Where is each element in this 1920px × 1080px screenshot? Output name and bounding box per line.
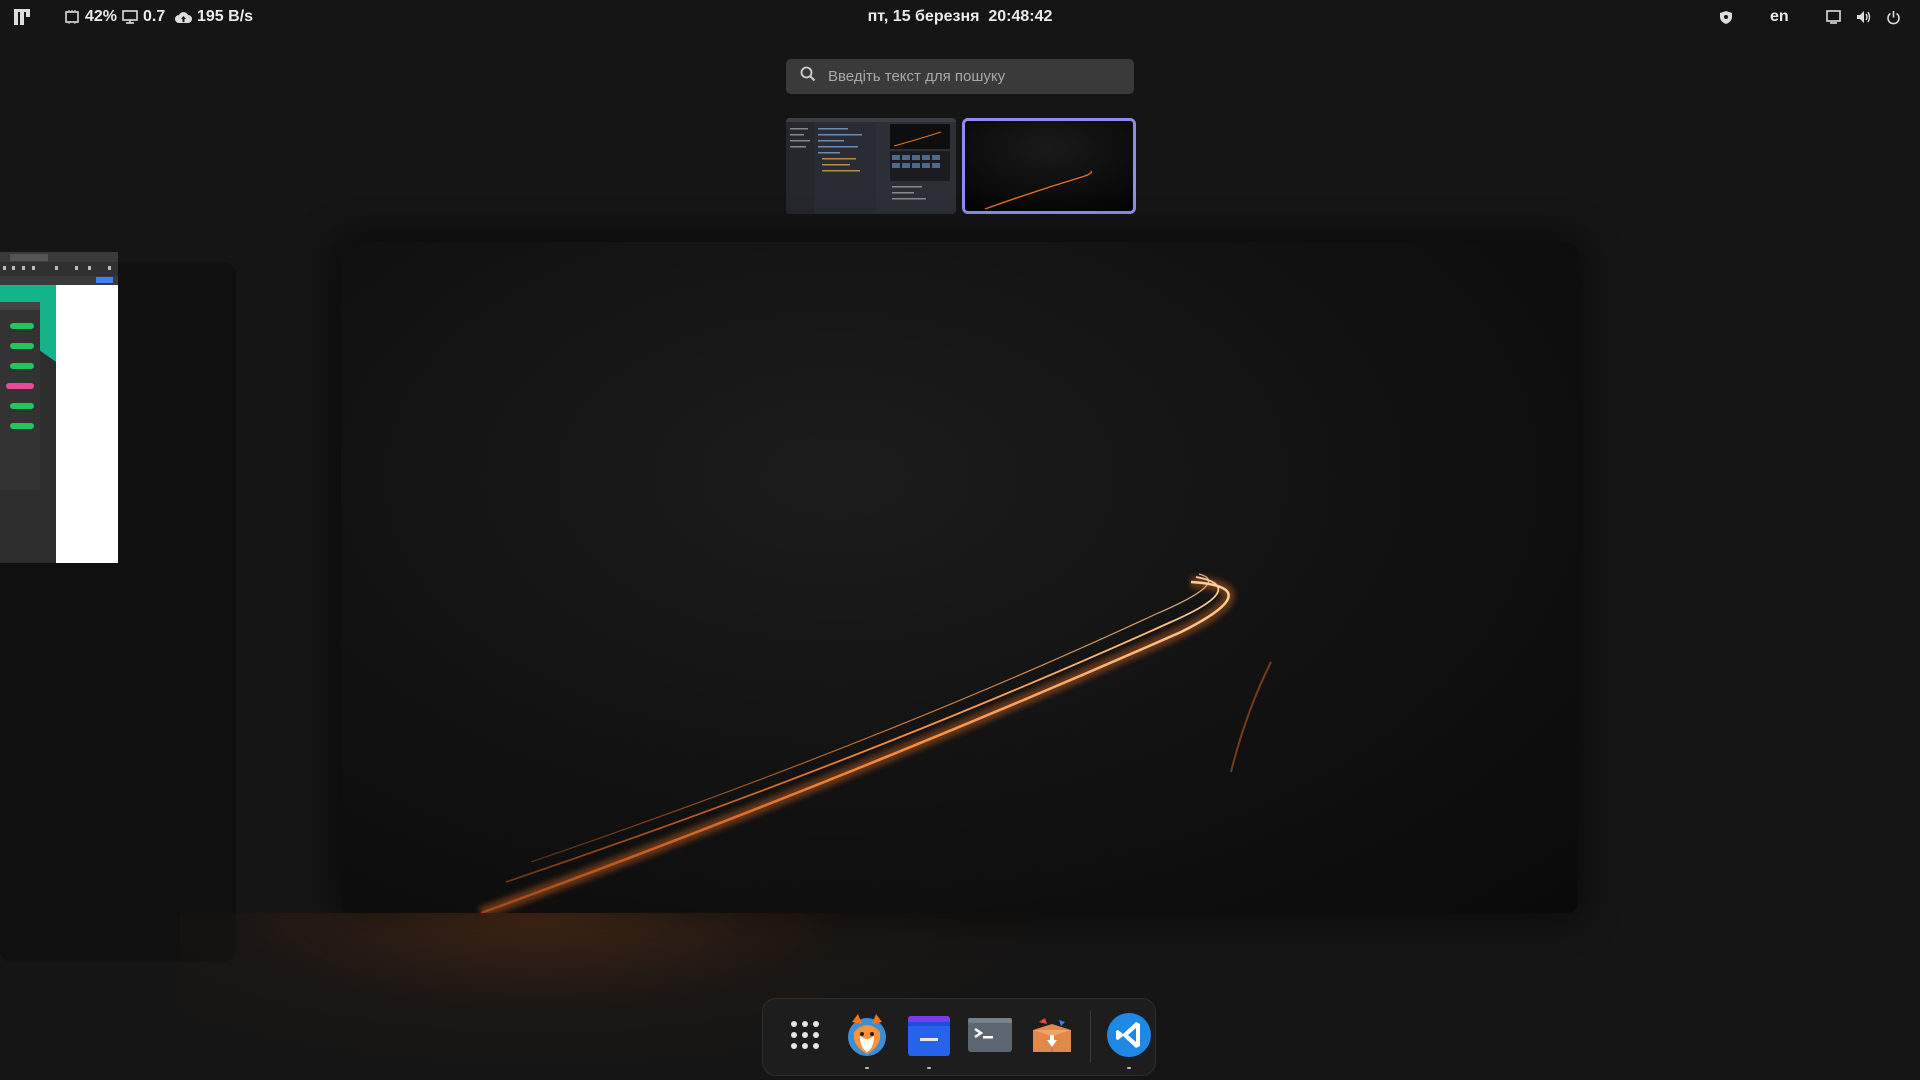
clock[interactable]: пт, 15 березня 20:48:42 bbox=[868, 7, 1053, 27]
cloud-upload-icon bbox=[175, 11, 192, 24]
left-window-preview[interactable] bbox=[0, 252, 118, 563]
language-indicator[interactable]: en bbox=[1770, 7, 1789, 27]
light-trail-wallpaper bbox=[478, 573, 1272, 913]
search-icon bbox=[800, 66, 816, 87]
workspace-2-preview bbox=[965, 121, 1133, 211]
dock-show-apps[interactable] bbox=[779, 1011, 831, 1063]
screen-icon bbox=[1826, 10, 1841, 24]
activities-button[interactable] bbox=[14, 7, 30, 27]
language-label: en bbox=[1770, 8, 1789, 25]
files-icon bbox=[906, 1012, 952, 1063]
cpu-icon bbox=[64, 10, 80, 24]
workspace-thumbnail-2-active[interactable] bbox=[962, 118, 1136, 214]
network-indicator[interactable]: 195 B/s bbox=[175, 7, 253, 27]
load-value: 0.7 bbox=[143, 8, 166, 25]
running-indicator bbox=[1127, 1067, 1132, 1069]
browser-window-thumbnail bbox=[0, 252, 118, 563]
top-bar: 42% 0.7 195 B/s пт, 15 березня 20:48:42 … bbox=[0, 0, 1920, 34]
dock bbox=[762, 998, 1156, 1076]
volume-icon bbox=[1856, 10, 1872, 24]
dock-separator bbox=[1090, 1011, 1092, 1063]
network-value: 195 B/s bbox=[197, 8, 254, 25]
cpu-value: 42% bbox=[85, 8, 118, 25]
dock-software[interactable] bbox=[1026, 1011, 1078, 1063]
firefox-icon bbox=[844, 1012, 890, 1063]
main-window-preview[interactable] bbox=[341, 242, 1578, 913]
dock-files[interactable] bbox=[903, 1011, 955, 1069]
volume-indicator[interactable] bbox=[1856, 7, 1872, 27]
shield-icon bbox=[1720, 10, 1732, 24]
power-menu[interactable] bbox=[1886, 7, 1901, 27]
vscode-icon bbox=[1106, 1012, 1152, 1063]
dock-terminal[interactable] bbox=[964, 1011, 1016, 1063]
workspace-thumbnail-1[interactable] bbox=[786, 118, 956, 214]
clock-datetime: пт, 15 березня 20:48:42 bbox=[867, 8, 1053, 25]
dock-vscode[interactable] bbox=[1103, 1011, 1155, 1069]
privacy-indicator[interactable] bbox=[1720, 7, 1732, 27]
app-grid-logo-icon bbox=[14, 9, 30, 25]
terminal-icon bbox=[967, 1012, 1013, 1063]
running-indicator bbox=[926, 1067, 931, 1069]
power-icon bbox=[1886, 10, 1901, 25]
app-grid-icon bbox=[788, 1018, 822, 1057]
cpu-indicator[interactable]: 42% bbox=[64, 7, 117, 27]
load-indicator[interactable]: 0.7 bbox=[122, 7, 165, 27]
search-input[interactable] bbox=[826, 67, 1130, 86]
search-box[interactable] bbox=[786, 59, 1134, 94]
dock-firefox[interactable] bbox=[841, 1011, 893, 1069]
software-store-icon bbox=[1029, 1012, 1075, 1063]
running-indicator bbox=[864, 1067, 869, 1069]
screen-indicator[interactable] bbox=[1826, 7, 1841, 27]
monitor-icon bbox=[122, 10, 138, 24]
workspace-1-preview bbox=[786, 118, 956, 214]
